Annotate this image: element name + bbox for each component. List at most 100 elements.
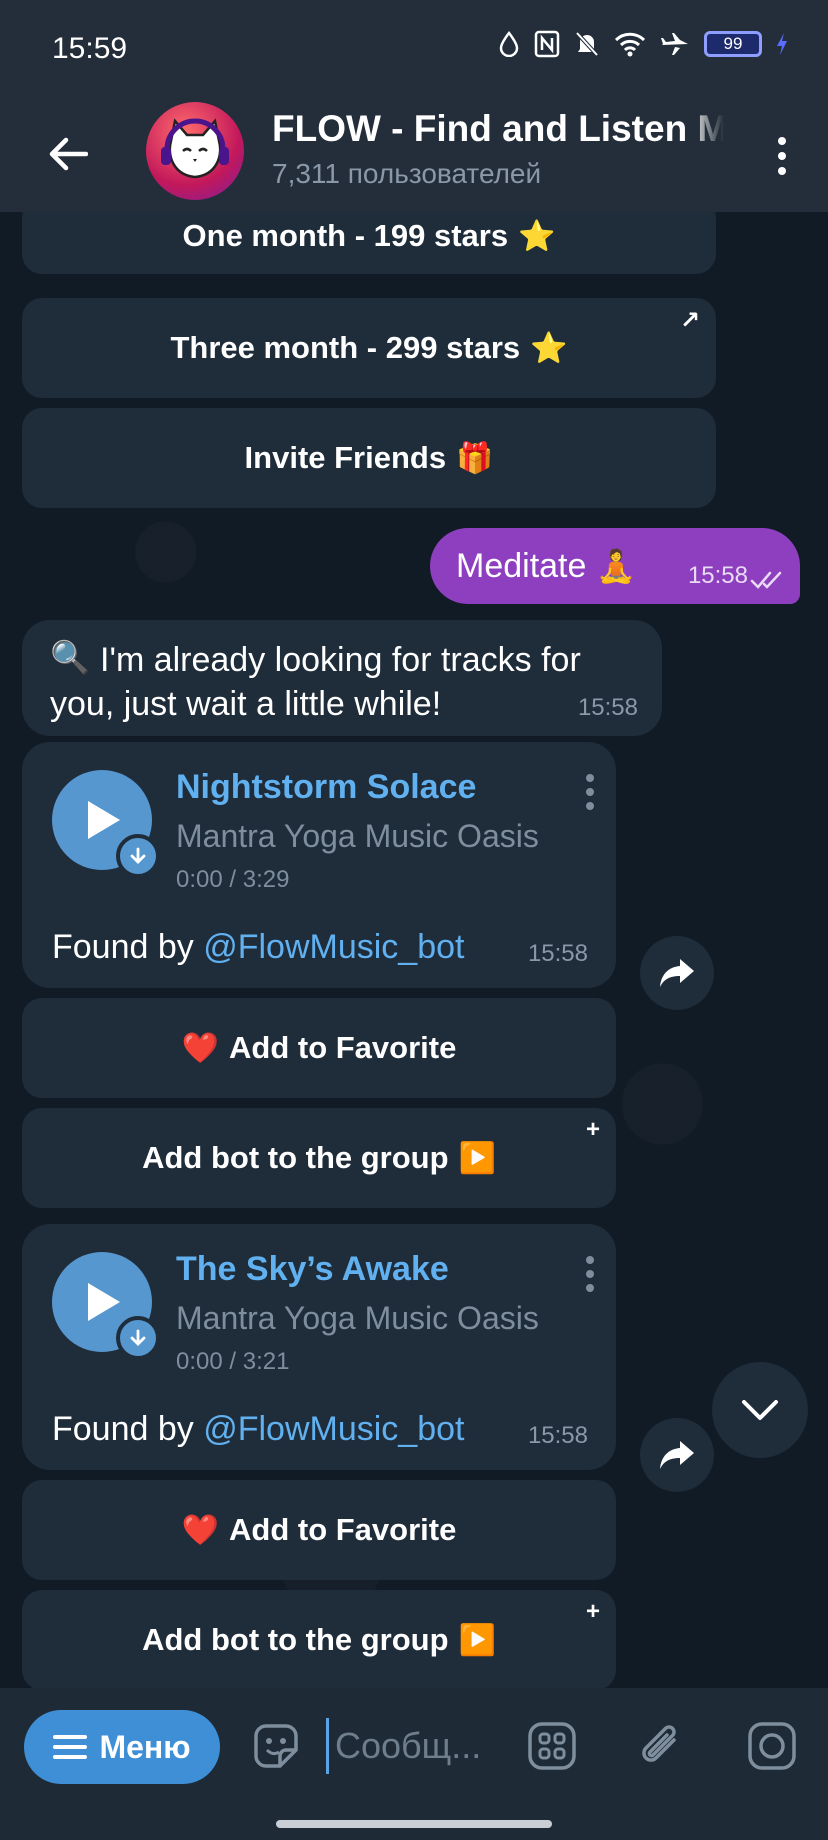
caption-prefix: Found by <box>52 1410 204 1448</box>
play-icon <box>88 801 120 839</box>
one-month-button[interactable]: One month - 199 stars ⭐ <box>22 212 716 274</box>
camera-icon <box>748 1722 796 1770</box>
bar <box>53 1745 88 1749</box>
battery-level: 99 <box>723 34 743 53</box>
star-icon: ⭐ <box>530 331 568 365</box>
wifi-icon <box>614 32 646 57</box>
star-icon: ⭐ <box>518 219 556 253</box>
add-bot-to-group-button[interactable]: Add bot to the group ▶️ + <box>22 1108 616 1208</box>
meditate-icon: 🧘 <box>596 548 637 584</box>
share-button[interactable] <box>640 936 714 1010</box>
heart-icon: ❤️ <box>181 1031 219 1065</box>
scroll-to-bottom-button[interactable] <box>712 1362 808 1458</box>
button-label: Add to Favorite <box>229 1030 457 1065</box>
sticker-icon <box>254 1724 298 1768</box>
incoming-message[interactable]: 🔍 I'm already looking for tracks for you… <box>22 620 662 736</box>
nfc-icon <box>534 30 560 58</box>
button-label: Add bot to the group <box>142 1622 449 1657</box>
chat-avatar[interactable] <box>146 102 244 200</box>
status-bar: 15:59 99 <box>0 0 828 96</box>
message-time: 15:58 <box>577 694 638 721</box>
read-checkmarks-icon <box>750 571 782 589</box>
menu-dot <box>586 802 594 810</box>
outgoing-message[interactable]: Meditate 🧘 15:58 <box>430 528 800 604</box>
bot-mention-link[interactable]: @FlowMusic_bot <box>203 1410 464 1448</box>
attach-button[interactable] <box>634 1718 690 1774</box>
menu-label: Меню <box>99 1728 191 1765</box>
status-time: 15:59 <box>52 32 128 65</box>
bell-muted-icon <box>575 31 599 57</box>
track-artist: Mantra Yoga Music Oasis <box>176 1300 539 1336</box>
track-title: Nightstorm Solace <box>176 768 477 806</box>
share-arrow-icon <box>660 1441 694 1469</box>
chat-area: One month - 199 stars ⭐ Three month - 29… <box>0 212 828 1688</box>
menu-dot <box>586 1270 594 1278</box>
audio-message[interactable]: The Sky’s Awake Mantra Yoga Music Oasis … <box>22 1224 616 1470</box>
chat-title[interactable]: FLOW - Find and Listen Music <box>272 108 724 150</box>
camera-button[interactable] <box>744 1718 800 1774</box>
drop-icon <box>499 31 519 57</box>
add-to-favorite-button[interactable]: ❤️ Add to Favorite <box>22 998 616 1098</box>
download-button[interactable] <box>116 834 160 878</box>
play-square-icon: ▶️ <box>458 1623 496 1657</box>
cat-headphones-icon <box>161 118 229 179</box>
share-arrow-icon <box>660 959 694 987</box>
battery-indicator: 99 <box>704 31 762 57</box>
add-bot-to-group-button[interactable]: Add bot to the group ▶️ + <box>22 1590 616 1688</box>
plus-icon: + <box>585 1598 600 1625</box>
track-caption: Found by @FlowMusic_bot <box>52 1410 464 1449</box>
download-icon <box>130 847 146 864</box>
message-time: 15:58 <box>527 1422 588 1449</box>
bot-mention-link[interactable]: @FlowMusic_bot <box>203 928 464 966</box>
paperclip-icon <box>642 1725 676 1762</box>
plus-icon: + <box>585 1116 600 1143</box>
download-button[interactable] <box>116 1316 160 1360</box>
arrow-left-icon <box>49 137 88 171</box>
sticker-button[interactable] <box>248 1718 304 1774</box>
track-duration: 0:00 / 3:21 <box>176 1348 290 1375</box>
share-button[interactable] <box>640 1418 714 1492</box>
bar <box>53 1755 88 1759</box>
button-label: Add to Favorite <box>229 1512 457 1547</box>
message-input[interactable] <box>326 1718 496 1774</box>
button-label: One month - 199 stars <box>182 218 509 253</box>
message-input-bar: Меню <box>0 1688 828 1808</box>
bot-commands-button[interactable] <box>524 1718 580 1774</box>
menu-dot <box>586 788 594 796</box>
menu-dot <box>586 1256 594 1264</box>
button-label: Three month - 299 stars <box>170 330 521 365</box>
message-text: I'm already looking for tracks for you, … <box>50 641 581 723</box>
three-month-button[interactable]: Three month - 299 stars ⭐ ↗ <box>22 298 716 398</box>
menu-dot <box>586 774 594 782</box>
bot-menu-button[interactable]: Меню <box>24 1710 220 1784</box>
track-caption: Found by @FlowMusic_bot <box>52 928 464 967</box>
track-artist: Mantra Yoga Music Oasis <box>176 818 539 854</box>
grid-icon <box>528 1722 576 1770</box>
gift-icon: 🎁 <box>456 441 494 475</box>
charging-icon <box>777 33 787 55</box>
track-menu-button[interactable] <box>586 1256 594 1292</box>
message-time: 15:58 <box>687 562 748 589</box>
invite-friends-button[interactable]: Invite Friends 🎁 <box>22 408 716 508</box>
button-label: Invite Friends <box>244 440 447 475</box>
more-options-button[interactable] <box>762 126 802 186</box>
message-time: 15:58 <box>527 940 588 967</box>
play-icon <box>88 1283 120 1321</box>
home-gesture-handle[interactable] <box>276 1820 552 1828</box>
caption-prefix: Found by <box>52 928 204 966</box>
play-square-icon: ▶️ <box>458 1141 496 1175</box>
heart-icon: ❤️ <box>181 1513 219 1547</box>
menu-dot <box>586 1284 594 1292</box>
bar <box>53 1735 88 1739</box>
status-icons: 99 <box>498 30 788 58</box>
member-count: 7,311 пользователей <box>272 158 542 189</box>
chat-header: FLOW - Find and Listen Music 7,311 польз… <box>0 96 828 212</box>
button-label: Add bot to the group <box>142 1140 449 1175</box>
audio-message[interactable]: Nightstorm Solace Mantra Yoga Music Oasi… <box>22 742 616 988</box>
system-nav-bar <box>0 1808 828 1840</box>
hamburger-icon <box>53 1735 88 1759</box>
add-to-favorite-button[interactable]: ❤️ Add to Favorite <box>22 1480 616 1580</box>
back-button[interactable] <box>38 124 98 184</box>
track-menu-button[interactable] <box>586 774 594 810</box>
airplane-icon <box>661 33 688 55</box>
